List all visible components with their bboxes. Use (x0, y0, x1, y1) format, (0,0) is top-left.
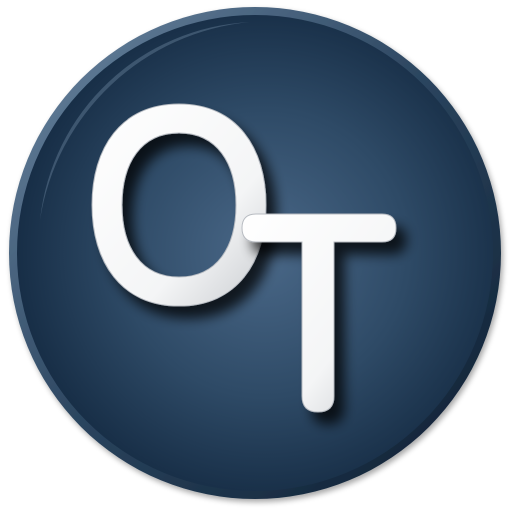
ot-monogram-logo-icon (9, 7, 501, 499)
logo-stage (0, 0, 512, 512)
